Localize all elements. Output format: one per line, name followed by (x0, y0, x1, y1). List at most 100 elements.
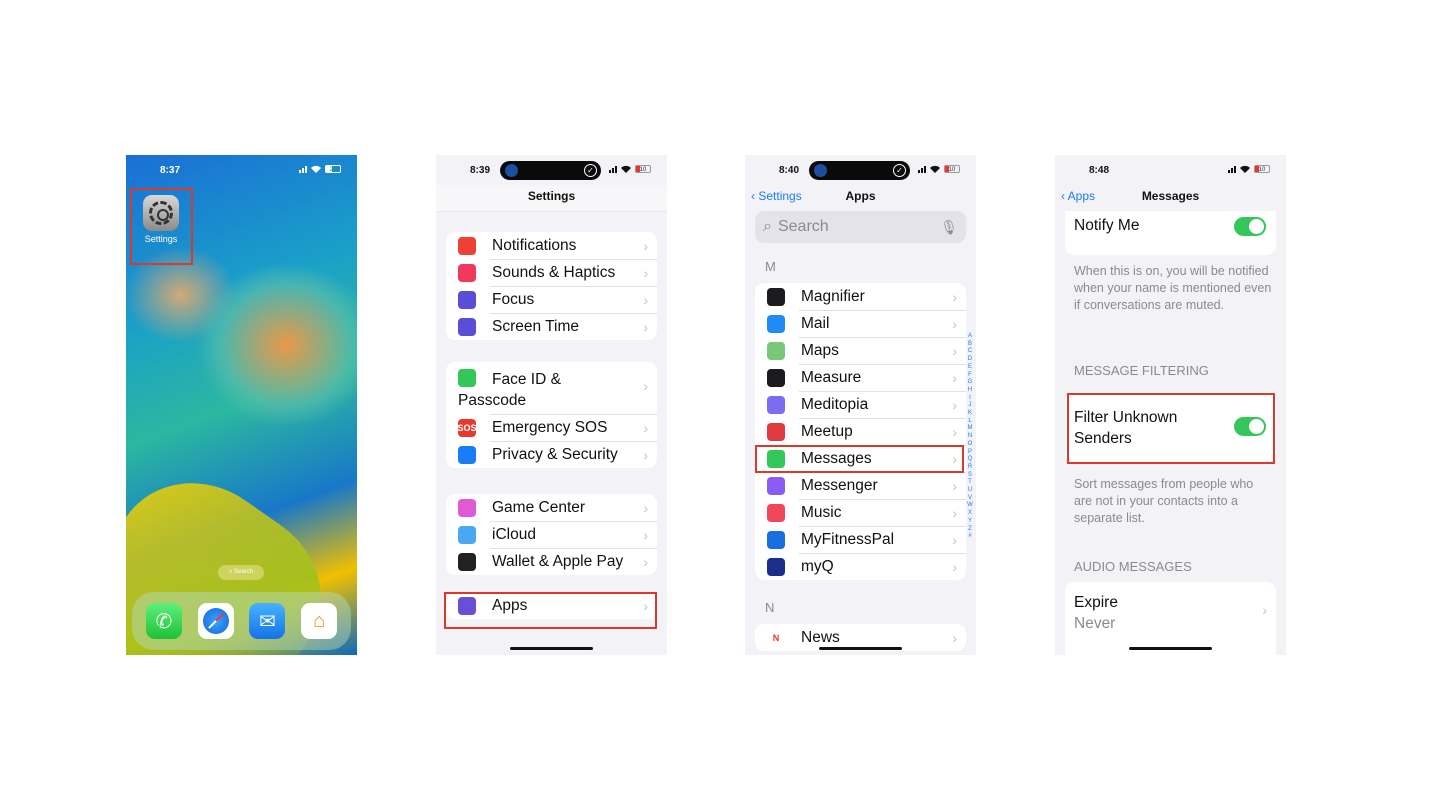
index-letter[interactable]: C (966, 348, 974, 356)
index-letter[interactable]: G (966, 379, 974, 387)
chevron-left-icon: ‹ (751, 189, 755, 203)
wifi-icon (1240, 165, 1250, 173)
chevron-right-icon: › (952, 531, 957, 548)
nav-bar: ‹ Settings Apps (745, 185, 976, 211)
index-letter[interactable]: Q (966, 456, 974, 464)
search-input[interactable]: ⌕ Search 🎙 (755, 211, 966, 243)
index-letter[interactable]: O (966, 441, 974, 449)
nav-bar: ‹ Apps Messages (1055, 185, 1286, 211)
messenger-icon (767, 476, 785, 495)
game-center-icon (458, 498, 476, 517)
notify-me-toggle[interactable] (1234, 217, 1266, 236)
list-item-icloud[interactable]: iCloud › (446, 521, 657, 548)
list-item-label: Mail (801, 314, 830, 332)
chevron-right-icon: › (643, 526, 648, 543)
status-bar: 8:37 22 (126, 155, 357, 185)
index-letter[interactable]: I (966, 395, 974, 403)
index-letter[interactable]: # (966, 533, 974, 541)
chevron-right-icon: › (952, 477, 957, 494)
index-letter[interactable]: Y (966, 518, 974, 526)
chevron-right-icon: › (952, 369, 957, 386)
notify-me-footer: When this is on, you will be notified wh… (1074, 264, 1272, 312)
index-letter[interactable]: T (966, 479, 974, 487)
signal-icon (1228, 165, 1236, 173)
chevron-right-icon: › (952, 504, 957, 521)
status-time: 8:48 (1089, 165, 1110, 176)
wifi-icon (621, 165, 631, 173)
chevron-left-icon: ‹ (1061, 189, 1065, 203)
expire-row[interactable]: Expire Never › (1065, 582, 1276, 655)
index-letter[interactable]: V (966, 495, 974, 503)
back-button[interactable]: ‹ Apps (1061, 185, 1095, 207)
list-item-wallet-apple-pay[interactable]: Wallet & Apple Pay › (446, 548, 657, 575)
list-item-notifications[interactable]: Notifications › (446, 232, 657, 259)
index-letter[interactable]: P (966, 449, 974, 457)
index-letter[interactable]: A (966, 333, 974, 341)
list-item-face-id-passcode[interactable]: Face ID & Passcode › (446, 362, 657, 414)
list-item-label: Emergency SOS (492, 418, 608, 436)
chevron-right-icon: › (952, 558, 957, 575)
battery-icon: 22 (325, 165, 341, 173)
index-letter[interactable]: D (966, 356, 974, 364)
signal-icon (299, 165, 307, 173)
list-item-privacy-security[interactable]: Privacy & Security › (446, 441, 657, 468)
nav-title: Messages (1141, 189, 1200, 203)
chevron-right-icon: › (643, 237, 648, 254)
index-letter[interactable]: X (966, 510, 974, 518)
list-item-myfitnesspal[interactable]: MyFitnessPal › (755, 526, 966, 553)
list-item-maps[interactable]: Maps › (755, 337, 966, 364)
back-button[interactable]: ‹ Settings (751, 185, 802, 207)
list-item-meetup[interactable]: Meetup › (755, 418, 966, 445)
chevron-right-icon: › (952, 342, 957, 359)
list-item-label: Meetup (801, 422, 853, 440)
myq-icon (767, 557, 785, 576)
list-item-meditopia[interactable]: Meditopia › (755, 391, 966, 418)
list-item-label: Maps (801, 341, 839, 359)
list-item-label: MyFitnessPal (801, 530, 895, 548)
list-item-label: Face ID & Passcode (458, 371, 561, 409)
index-letter[interactable]: J (966, 402, 974, 410)
emergency-sos-icon: SOS (458, 418, 477, 437)
safari-icon[interactable] (197, 603, 234, 639)
chevron-right-icon: › (643, 499, 648, 516)
nav-title: Settings (436, 185, 667, 212)
list-item-messenger[interactable]: Messenger › (755, 472, 966, 499)
check-icon: ✓ (584, 164, 597, 177)
index-letter[interactable]: B (966, 341, 974, 349)
chevron-right-icon: › (643, 318, 648, 335)
index-letter[interactable]: E (966, 364, 974, 372)
list-item-measure[interactable]: Measure › (755, 364, 966, 391)
chevron-right-icon: › (952, 288, 957, 305)
index-letter[interactable]: M (966, 425, 974, 433)
list-item-emergency-sos[interactable]: SOS Emergency SOS › (446, 414, 657, 441)
list-item-mail[interactable]: Mail › (755, 310, 966, 337)
index-letter[interactable]: L (966, 418, 974, 426)
list-item-game-center[interactable]: Game Center › (446, 494, 657, 521)
index-letter[interactable]: H (966, 387, 974, 395)
section-index[interactable]: A B C D E F G H I J K L M N O P Q R S T U V W X Y Z # (966, 333, 974, 541)
list-item-sounds-haptics[interactable]: Sounds & Haptics › (446, 259, 657, 286)
index-letter[interactable]: R (966, 464, 974, 472)
chevron-right-icon: › (643, 264, 648, 281)
signal-icon (918, 165, 926, 173)
index-letter[interactable]: Z (966, 526, 974, 534)
notifications-icon (458, 236, 476, 255)
index-letter[interactable]: N (966, 433, 974, 441)
apps-panel: 8:40 ✓ 10 ‹ Settings Apps ⌕ Search 🎙 M Ma… (745, 155, 976, 655)
microphone-icon: 🎙 (940, 218, 958, 235)
index-letter[interactable]: F (966, 372, 974, 380)
list-item-myq[interactable]: myQ › (755, 553, 966, 580)
phone-icon[interactable]: ✆ (145, 603, 182, 639)
spotlight-search-pill[interactable]: ⌕ Search (218, 565, 264, 580)
index-letter[interactable]: K (966, 410, 974, 418)
index-letter[interactable]: U (966, 487, 974, 495)
list-item-label: Wallet & Apple Pay (492, 552, 624, 570)
index-letter[interactable]: S (966, 472, 974, 480)
index-letter[interactable]: W (966, 502, 974, 510)
list-item-magnifier[interactable]: Magnifier › (755, 283, 966, 310)
list-item-music[interactable]: Music › (755, 499, 966, 526)
mail-icon[interactable]: ✉ (249, 603, 286, 639)
list-item-screen-time[interactable]: Screen Time › (446, 313, 657, 340)
list-item-focus[interactable]: Focus › (446, 286, 657, 313)
home-icon[interactable]: ⌂ (301, 603, 338, 639)
